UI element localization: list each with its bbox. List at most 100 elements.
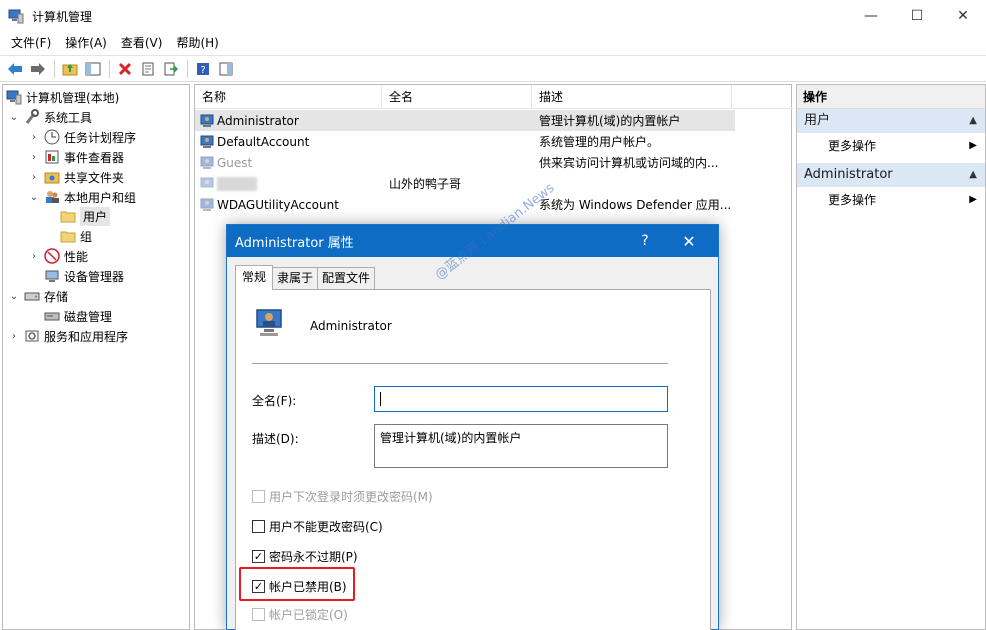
- column-header-description[interactable]: 描述: [532, 85, 732, 109]
- disabled-user-icon: [199, 197, 215, 213]
- tab-profile[interactable]: 配置文件: [317, 267, 376, 289]
- users-group-icon: [44, 189, 60, 205]
- table-row[interactable]: Guest 供来宾访问计算机或访问域的内...: [195, 152, 735, 173]
- column-header-name[interactable]: 名称: [195, 85, 382, 109]
- fullname-field[interactable]: [374, 386, 668, 412]
- close-button[interactable]: ✕: [940, 0, 986, 32]
- maximize-button[interactable]: ☐: [894, 0, 940, 32]
- fullname-label: 全名(F):: [252, 394, 297, 408]
- password-never-expires-checkbox[interactable]: ✓ 密码永不过期(P): [252, 548, 358, 565]
- action-pane-icon[interactable]: [215, 58, 237, 80]
- red-highlight-box: [239, 567, 355, 601]
- collapse-up-icon[interactable]: ▲: [969, 109, 977, 133]
- user-icon: [254, 306, 288, 340]
- clock-icon: [44, 129, 60, 145]
- redacted-name: [217, 176, 257, 191]
- tree-item-task-scheduler[interactable]: › 任务计划程序: [28, 127, 136, 147]
- shared-folder-icon: [44, 169, 60, 185]
- disabled-user-icon: [199, 155, 215, 171]
- action-more-actions[interactable]: 更多操作 ▶: [797, 133, 985, 159]
- tree-item-system-tools[interactable]: ⌄ 系统工具: [8, 107, 92, 127]
- performance-icon: [44, 248, 60, 264]
- chevron-right-icon[interactable]: ›: [28, 172, 40, 183]
- toolbar-separator: [54, 59, 55, 78]
- tree-item-device-manager[interactable]: 设备管理器: [44, 266, 124, 286]
- folder-icon: [60, 228, 76, 244]
- tree-item-local-users-groups[interactable]: ⌄ 本地用户和组: [28, 187, 136, 207]
- checkbox-box[interactable]: [252, 520, 265, 533]
- tree-item-groups[interactable]: 组: [60, 226, 92, 246]
- checkmark-icon[interactable]: ✓: [252, 550, 265, 563]
- dialog-help-button[interactable]: ?: [632, 225, 658, 257]
- tree-item-event-viewer[interactable]: › 事件查看器: [28, 147, 124, 167]
- must-change-password-checkbox[interactable]: 用户下次登录时须更改密码(M): [252, 488, 433, 505]
- menu-file[interactable]: 文件(F): [4, 32, 58, 54]
- divider: [252, 363, 668, 364]
- minimize-button[interactable]: —: [848, 0, 894, 32]
- help-icon[interactable]: ?: [192, 58, 214, 80]
- dialog-title: Administrator 属性: [235, 235, 354, 251]
- navigation-tree: 计算机管理(本地) ⌄ 系统工具 › 任务计划程序 › 事件查看器 › 共享文件…: [2, 84, 190, 630]
- computer-management-icon: [8, 8, 24, 24]
- action-section-users[interactable]: 用户 ▲: [797, 109, 985, 133]
- chevron-right-icon[interactable]: ›: [28, 152, 40, 163]
- menu-bar: 文件(F) 操作(A) 查看(V) 帮助(H): [0, 32, 986, 54]
- tab-general[interactable]: 常规: [235, 265, 274, 290]
- svg-text:?: ?: [200, 65, 205, 76]
- dialog-close-button[interactable]: ✕: [672, 225, 706, 257]
- menu-view[interactable]: 查看(V): [114, 32, 170, 54]
- tools-icon: [24, 109, 40, 125]
- text-caret: [380, 391, 381, 406]
- actions-pane: 操作 用户 ▲ 更多操作 ▶ Administrator ▲ 更多操作 ▶: [796, 84, 986, 630]
- user-icon: [199, 113, 215, 129]
- actions-header: 操作: [797, 85, 985, 109]
- checkbox-box[interactable]: [252, 490, 265, 503]
- account-username: Administrator: [310, 319, 392, 333]
- tree-item-storage[interactable]: ⌄ 存储: [8, 286, 68, 306]
- tree-item-disk-management[interactable]: 磁盘管理: [44, 306, 112, 326]
- show-hide-tree-icon[interactable]: [82, 58, 104, 80]
- services-icon: [24, 328, 40, 344]
- table-row[interactable]: 山外的鸭子哥: [195, 173, 735, 194]
- export-list-icon[interactable]: [160, 58, 182, 80]
- tree-item-shared-folders[interactable]: › 共享文件夹: [28, 167, 124, 187]
- chevron-down-icon[interactable]: ⌄: [8, 112, 20, 123]
- properties-icon[interactable]: [137, 58, 159, 80]
- back-arrow-icon[interactable]: [4, 58, 26, 80]
- tab-member-of[interactable]: 隶属于: [272, 267, 319, 289]
- tree-item-computer-management[interactable]: 计算机管理(本地): [6, 87, 119, 107]
- chevron-right-icon[interactable]: ›: [28, 132, 40, 143]
- tree-item-users[interactable]: 用户: [60, 206, 111, 226]
- computer-management-icon: [6, 89, 22, 105]
- table-row[interactable]: Administrator 管理计算机(域)的内置帐户: [195, 110, 735, 131]
- action-section-administrator[interactable]: Administrator ▲: [797, 163, 985, 187]
- forward-arrow-icon[interactable]: [27, 58, 49, 80]
- device-manager-icon: [44, 268, 60, 284]
- title-bar: 计算机管理 — ☐ ✕: [0, 0, 986, 32]
- table-row[interactable]: WDAGUtilityAccount 系统为 Windows Defender …: [195, 194, 735, 215]
- disk-icon: [44, 308, 60, 324]
- delete-icon[interactable]: [114, 58, 136, 80]
- menu-action[interactable]: 操作(A): [58, 32, 114, 54]
- description-field[interactable]: 管理计算机(域)的内置帐户: [374, 424, 668, 468]
- account-locked-checkbox[interactable]: 帐户已锁定(O): [252, 606, 348, 623]
- column-header-fullname[interactable]: 全名: [382, 85, 532, 109]
- up-folder-icon[interactable]: [59, 58, 81, 80]
- chevron-right-icon[interactable]: ›: [28, 251, 40, 262]
- tree-item-performance[interactable]: › 性能: [28, 246, 88, 266]
- table-row[interactable]: DefaultAccount 系统管理的用户帐户。: [195, 131, 735, 152]
- menu-help[interactable]: 帮助(H): [169, 32, 225, 54]
- list-header: 名称 全名 描述: [195, 85, 793, 109]
- chevron-down-icon[interactable]: ⌄: [28, 192, 40, 203]
- action-more-actions[interactable]: 更多操作 ▶: [797, 187, 985, 213]
- chevron-down-icon[interactable]: ⌄: [8, 291, 20, 302]
- properties-dialog: Administrator 属性 ? ✕ 常规 隶属于 配置文件 Adminis…: [226, 224, 719, 630]
- chevron-right-icon[interactable]: ›: [8, 331, 20, 342]
- cannot-change-password-checkbox[interactable]: 用户不能更改密码(C): [252, 518, 383, 535]
- checkbox-box[interactable]: [252, 608, 265, 621]
- storage-icon: [24, 288, 40, 304]
- dialog-tabs: 常规 隶属于 配置文件: [235, 265, 376, 290]
- collapse-up-icon[interactable]: ▲: [969, 163, 977, 187]
- toolbar: ?: [0, 55, 986, 82]
- tree-item-services-apps[interactable]: › 服务和应用程序: [8, 326, 128, 346]
